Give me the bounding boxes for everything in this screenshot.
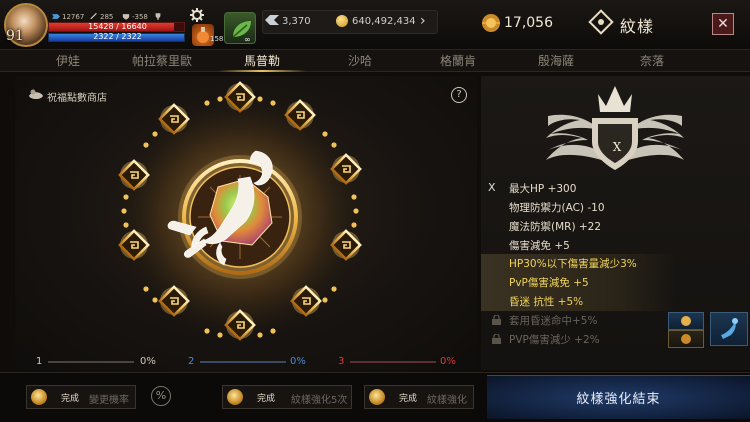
bonus-stat: HP30%以下傷害量減少3% bbox=[509, 258, 637, 270]
enhance-5x-slot[interactable]: 完成 紋樣強化5次 bbox=[222, 385, 352, 409]
sword-icon bbox=[90, 13, 97, 20]
scorpion-icon bbox=[721, 318, 738, 339]
progress-2-index: 2 bbox=[188, 356, 195, 367]
pattern-node[interactable] bbox=[158, 103, 190, 135]
hp-text: 15428 / 16640 bbox=[88, 22, 147, 31]
blessing-coin-icon bbox=[369, 389, 385, 405]
progress-3-index: 3 bbox=[338, 356, 345, 367]
combat-power-value: 12767 bbox=[62, 13, 85, 21]
blessing-icon bbox=[482, 14, 500, 32]
blessing-points-value: 17,056 bbox=[504, 15, 553, 31]
player-level: 91 bbox=[6, 28, 24, 44]
bonus-stat: PvP傷害減免 +5 bbox=[509, 277, 589, 289]
blessing-icon bbox=[681, 316, 691, 326]
tab-gran-kain[interactable]: 格蘭肯 bbox=[418, 52, 498, 69]
gold-value: 640,492,434 bbox=[352, 16, 416, 27]
hp-bar: 15428 / 16640 bbox=[48, 22, 185, 32]
gold-coin-icon bbox=[336, 15, 348, 27]
potion-count: 158 bbox=[210, 35, 224, 43]
progress-3-percent: 0% bbox=[440, 356, 456, 367]
grade-crest bbox=[546, 86, 684, 170]
help-button[interactable]: ? bbox=[451, 87, 467, 103]
tab-pagrio[interactable]: 帕拉蔡里歐 bbox=[122, 52, 202, 69]
slot-name: 紋樣強化 bbox=[427, 395, 467, 406]
currency-expand-arrow[interactable]: › bbox=[420, 13, 426, 29]
slot-status: 完成 bbox=[257, 394, 276, 404]
grade-mark: X bbox=[488, 181, 496, 194]
progress-2-percent: 0% bbox=[290, 356, 306, 367]
close-button[interactable]: ✕ bbox=[712, 13, 734, 35]
progress-3-bar bbox=[350, 361, 436, 363]
pattern-icon bbox=[588, 9, 614, 35]
tab-eva[interactable]: 伊娃 bbox=[28, 52, 108, 69]
slot-name: 變更機率 bbox=[89, 395, 129, 406]
progress-1-index: 1 bbox=[36, 356, 43, 367]
slot-name: 紋樣強化5次 bbox=[291, 395, 348, 406]
option-slot-1[interactable] bbox=[668, 312, 704, 330]
slot-status: 完成 bbox=[61, 394, 80, 404]
combat-power-icon bbox=[52, 14, 60, 19]
active-tab-indicator bbox=[218, 70, 306, 72]
tab-maphr[interactable]: 馬普勒 bbox=[222, 52, 302, 69]
shield-icon bbox=[122, 14, 130, 20]
blessing-coin-icon bbox=[31, 389, 47, 405]
tab-sayha[interactable]: 沙哈 bbox=[320, 52, 400, 69]
option-slot-2[interactable] bbox=[710, 312, 748, 346]
page-title: 紋樣 bbox=[620, 17, 655, 36]
probability-change-slot[interactable]: 完成 變更機率 bbox=[26, 385, 136, 409]
slot-status: 完成 bbox=[399, 394, 418, 404]
blessing-shop-link[interactable]: 祝福點數商店 bbox=[47, 89, 107, 104]
progress-1-bar bbox=[48, 361, 134, 363]
option-slot-3[interactable] bbox=[668, 330, 704, 348]
progress-2-bar bbox=[200, 361, 286, 363]
attack-stat: 285 bbox=[90, 13, 113, 21]
blessing-coin-icon bbox=[227, 389, 243, 405]
bonus-stat: 昏迷 抗性 +5% bbox=[509, 296, 584, 308]
trophy-stat bbox=[154, 13, 164, 21]
pattern-ring bbox=[108, 81, 372, 349]
pattern-node[interactable] bbox=[224, 81, 256, 113]
blessing-icon bbox=[681, 334, 691, 344]
tab-einhasad[interactable]: 殷海薩 bbox=[516, 52, 596, 69]
herb-icon bbox=[232, 21, 251, 38]
herb-quickslot[interactable] bbox=[224, 12, 256, 44]
enhance-slot[interactable]: 完成 紋樣強化 bbox=[364, 385, 474, 409]
combat-power-stat: 12767 bbox=[52, 13, 84, 21]
mp-text: 2322 / 2322 bbox=[93, 32, 142, 41]
pattern-node[interactable] bbox=[118, 159, 150, 191]
herb-count: ∞ bbox=[244, 35, 251, 44]
stat-line: 最大HP +300 bbox=[509, 183, 577, 195]
tab-naraka[interactable]: 奈落 bbox=[612, 52, 692, 69]
lock-icon bbox=[492, 334, 501, 344]
trophy-icon bbox=[155, 13, 161, 20]
defense-value: -358 bbox=[132, 13, 148, 21]
mp-bar: 2322 / 2322 bbox=[48, 32, 185, 42]
lock-icon bbox=[492, 315, 501, 325]
crest-grade: X bbox=[612, 140, 622, 154]
blessing-shop-icon bbox=[29, 89, 43, 99]
stat-line: 傷害減免 +5 bbox=[509, 240, 570, 252]
locked-stat: PVP傷害減少 +2% bbox=[509, 334, 600, 346]
finish-enhance-label: 紋樣強化結束 bbox=[576, 392, 661, 407]
stat-line: 物理防禦力(AC) -10 bbox=[509, 202, 605, 214]
progress-1-percent: 0% bbox=[140, 356, 156, 367]
stat-line: 魔法防禦(MR) +22 bbox=[509, 221, 602, 233]
locked-stat: 套用昏迷命中+5% bbox=[509, 315, 598, 327]
crystal-icon bbox=[265, 15, 279, 25]
crystal-value: 3,370 bbox=[282, 16, 311, 27]
gear-icon bbox=[190, 8, 204, 22]
defense-stat: -358 bbox=[122, 13, 148, 21]
percent-button[interactable]: % bbox=[151, 386, 171, 406]
attack-value: 285 bbox=[100, 13, 114, 21]
